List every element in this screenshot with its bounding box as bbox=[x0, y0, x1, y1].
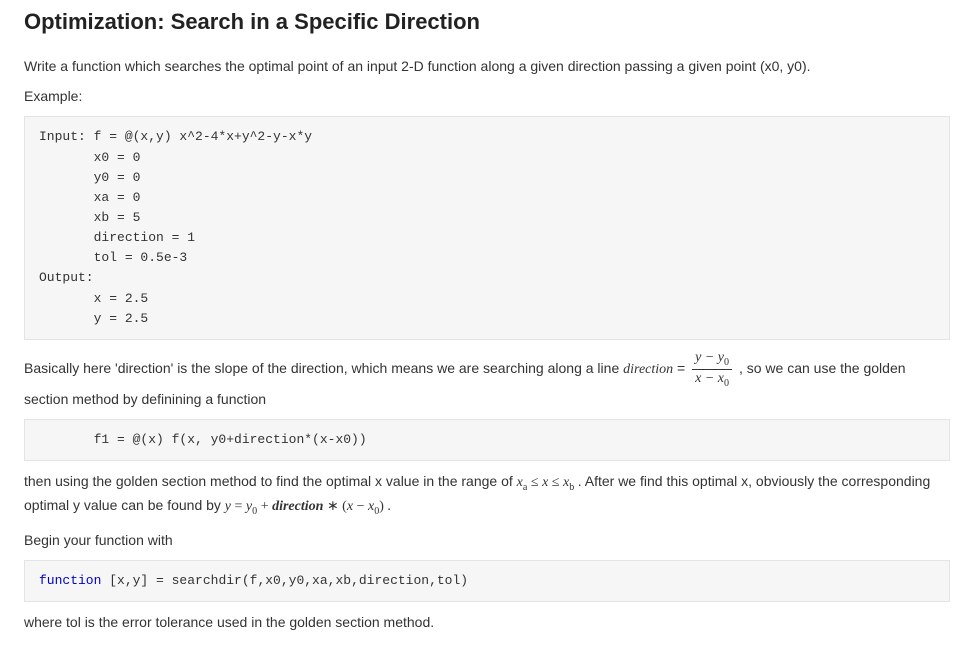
fraction: y − y0 x − x0 bbox=[692, 350, 732, 389]
math-eq: = bbox=[231, 499, 246, 514]
range-expression: xa ≤ x ≤ xb bbox=[517, 475, 578, 490]
math-le: ≤ bbox=[527, 475, 542, 490]
golden-section-paragraph: then using the golden section method to … bbox=[24, 471, 950, 520]
math-minus: − bbox=[701, 371, 717, 386]
text-segment: Basically here 'direction' is the slope … bbox=[24, 360, 623, 376]
begin-function-label: Begin your function with bbox=[24, 530, 950, 550]
fraction-denominator: x − x0 bbox=[692, 370, 732, 389]
math-sub-b: b bbox=[569, 482, 574, 493]
intro-paragraph: Write a function which searches the opti… bbox=[24, 56, 950, 76]
y-equation: y = y0 + direction ∗ (x − x0) . bbox=[225, 499, 391, 514]
example-code-block: Input: f = @(x,y) x^2-4*x+y^2-y-x*y x0 =… bbox=[24, 116, 950, 339]
math-direction: direction bbox=[272, 499, 323, 514]
math-minus: − bbox=[701, 350, 717, 365]
math-le: ≤ bbox=[548, 475, 563, 490]
math-close: ) . bbox=[379, 499, 391, 514]
fraction-numerator: y − y0 bbox=[692, 350, 732, 370]
page-title: Optimization: Search in a Specific Direc… bbox=[24, 6, 950, 38]
math-plus: + bbox=[257, 499, 272, 514]
f1-code-block: f1 = @(x) f(x, y0+direction*(x-x0)) bbox=[24, 419, 950, 461]
example-label: Example: bbox=[24, 86, 950, 106]
function-signature-block: function [x,y] = searchdir(f,x0,y0,xa,xb… bbox=[24, 560, 950, 602]
direction-explanation: Basically here 'direction' is the slope … bbox=[24, 350, 950, 409]
math-times: ∗ ( bbox=[323, 499, 346, 514]
math-direction: direction bbox=[623, 362, 673, 377]
tol-explanation: where tol is the error tolerance used in… bbox=[24, 612, 950, 632]
math-sub-0: 0 bbox=[724, 378, 729, 389]
text-segment: then using the golden section method to … bbox=[24, 473, 517, 489]
text-segment: = bbox=[677, 360, 689, 376]
math-minus: − bbox=[353, 499, 368, 514]
math-sub-0: 0 bbox=[724, 357, 729, 368]
